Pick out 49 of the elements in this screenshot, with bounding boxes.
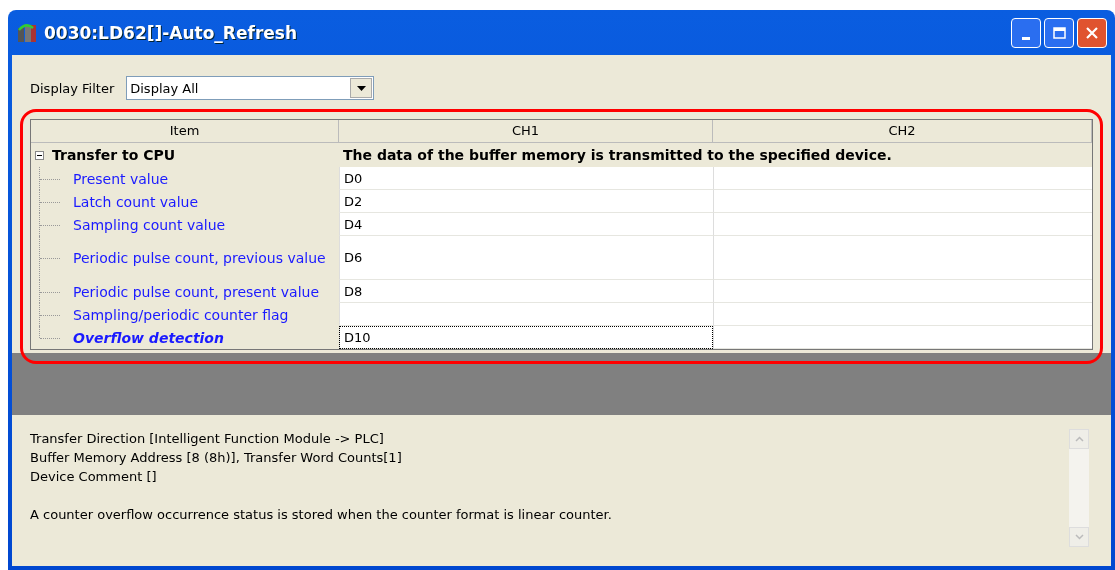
collapse-toggle[interactable] <box>35 150 44 160</box>
scroll-down-icon[interactable] <box>1074 534 1084 540</box>
ch2-cell[interactable] <box>713 280 1092 303</box>
close-button[interactable] <box>1077 17 1107 48</box>
tree-line <box>39 190 60 213</box>
ch2-cell[interactable] <box>713 326 1092 349</box>
item-label[interactable]: Periodic pulse count, previous value <box>73 250 326 266</box>
detail-text: Device Comment [] <box>30 468 158 486</box>
ch2-cell[interactable] <box>713 190 1092 213</box>
item-label[interactable]: Overflow detection <box>73 329 224 346</box>
item-label[interactable]: Sampling/periodic counter flag <box>73 306 289 323</box>
tree-line <box>39 167 60 190</box>
column-header[interactable]: CH2 <box>713 120 1092 143</box>
ch2-cell[interactable] <box>713 236 1092 280</box>
group-description: The data of the buffer memory is transmitted to the specified device. <box>342 147 893 163</box>
ch1-cell[interactable]: D10 <box>339 326 713 349</box>
item-label[interactable]: Sampling count value <box>73 216 226 233</box>
display-filter-dropdown[interactable]: Display All <box>126 76 375 100</box>
ch1-cell[interactable]: D8 <box>339 280 713 303</box>
close-icon <box>1085 25 1099 40</box>
detail-text: Buffer Memory Address [8 (8h)], Transfer Word Counts[1] <box>30 449 403 467</box>
ch2-cell[interactable] <box>713 213 1092 236</box>
item-label[interactable]: Periodic pulse count, present value <box>73 283 319 300</box>
window-title: 0030:LD62[]-Auto_Refresh <box>44 22 298 43</box>
app-icon <box>16 21 38 44</box>
filter-label: Display Filter <box>30 80 115 96</box>
column-header[interactable]: Item <box>31 120 339 143</box>
item-label[interactable]: Present value <box>73 170 169 187</box>
minus-icon <box>35 150 44 160</box>
caret-icon <box>356 85 366 91</box>
scrollbar[interactable] <box>1069 429 1089 547</box>
ch1-cell[interactable]: D0 <box>339 167 713 190</box>
ch1-cell[interactable]: D4 <box>339 213 713 236</box>
group-label: Transfer to CPU <box>52 147 176 163</box>
maximize-icon <box>1052 25 1066 40</box>
dropdown-button[interactable] <box>350 78 373 98</box>
ch1-cell[interactable]: D6 <box>339 236 713 280</box>
detail-text: A counter overflow occurrence status is stored when the counter format is linear counter. <box>30 506 613 524</box>
ch2-cell[interactable] <box>713 167 1092 190</box>
ch1-cell[interactable] <box>339 303 713 326</box>
minimize-button[interactable] <box>1011 17 1041 48</box>
scroll-up-icon[interactable] <box>1074 436 1084 442</box>
detail-text: Transfer Direction [Intelligent Function Module -> PLC] <box>30 430 385 448</box>
ch2-cell[interactable] <box>713 303 1092 326</box>
minimize-icon <box>1022 37 1030 40</box>
ch1-cell[interactable]: D2 <box>339 190 713 213</box>
item-label[interactable]: Latch count value <box>73 193 199 210</box>
column-header[interactable]: CH1 <box>339 120 713 143</box>
maximize-button[interactable] <box>1044 17 1074 48</box>
